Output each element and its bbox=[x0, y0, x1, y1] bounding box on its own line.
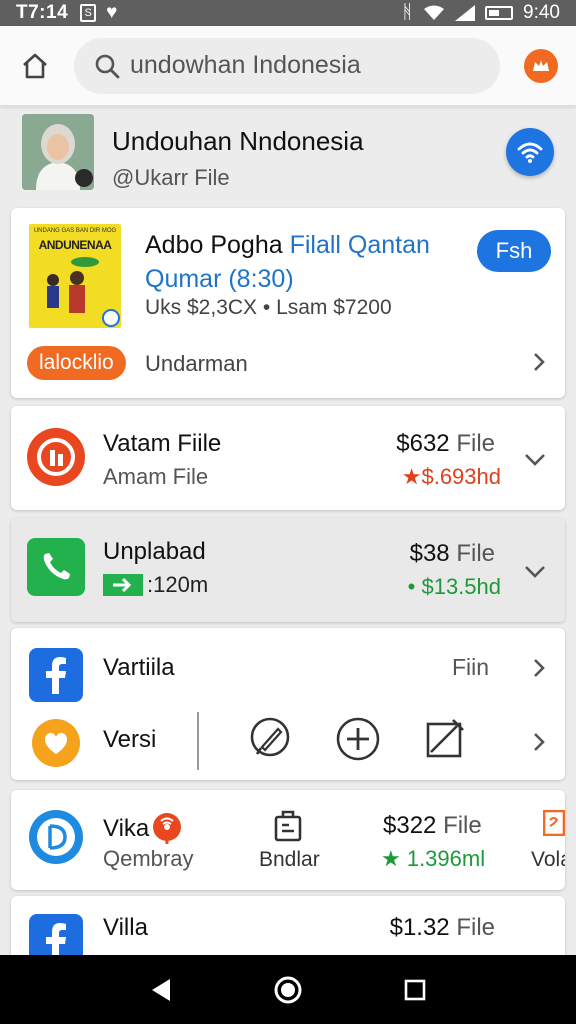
featured-link[interactable]: Undarman bbox=[145, 351, 248, 377]
edit-icon[interactable] bbox=[423, 716, 469, 762]
row-price: $1.32 File bbox=[390, 914, 495, 942]
featured-title-main: Adbo Pogha bbox=[145, 231, 283, 259]
price-value: $632 bbox=[396, 430, 450, 457]
battery-icon bbox=[485, 6, 514, 20]
mixed-card: Vartiila Fiin Versi bbox=[11, 628, 565, 780]
right-label: Volar bbox=[531, 848, 565, 871]
signal-icon bbox=[455, 5, 476, 21]
row-price: $38 File bbox=[410, 540, 495, 568]
row-rating: • $13.5hd bbox=[407, 574, 501, 599]
row-price: $632 File bbox=[396, 430, 495, 458]
featured-action-button[interactable]: Fsh bbox=[477, 230, 551, 272]
row-duration: :120m bbox=[147, 572, 209, 597]
chevron-right-icon[interactable] bbox=[531, 730, 547, 754]
row-price: $322 File bbox=[383, 812, 482, 840]
facebook-icon[interactable] bbox=[27, 646, 85, 704]
price-value: $1.32 bbox=[389, 914, 450, 941]
divider bbox=[197, 712, 199, 770]
home-button[interactable] bbox=[18, 49, 52, 83]
search-icon bbox=[95, 54, 120, 78]
featured-thumbnail: UNDANG GAS BAN DIR MOG ANDUNENAA bbox=[29, 224, 121, 328]
chevron-down-icon[interactable] bbox=[523, 564, 547, 580]
phone-icon bbox=[27, 538, 85, 596]
chevron-down-icon[interactable] bbox=[523, 452, 547, 468]
heart-icon: ♥ bbox=[106, 2, 118, 23]
wifi-button[interactable] bbox=[506, 128, 554, 176]
featured-card[interactable]: UNDANG GAS BAN DIR MOG ANDUNENAA Adbo Po… bbox=[11, 208, 565, 398]
home-icon bbox=[23, 53, 47, 78]
chevron-right-icon[interactable] bbox=[531, 656, 547, 680]
featured-meta: Uks $2,3CX • Lsam $7200 bbox=[145, 296, 392, 319]
vika-card[interactable]: Vika Qembray Bndlar $322 File ★ 1.396ml … bbox=[11, 790, 565, 890]
price-value: $38 bbox=[409, 540, 450, 567]
add-icon[interactable] bbox=[335, 716, 381, 762]
row-title: Villa bbox=[103, 914, 148, 941]
row-subtitle: Qembray bbox=[103, 846, 194, 871]
price-unit: File bbox=[456, 914, 495, 941]
avatar[interactable] bbox=[22, 114, 94, 190]
heart-badge-icon[interactable] bbox=[27, 714, 85, 772]
notification-icon: S bbox=[80, 4, 97, 22]
back-icon[interactable] bbox=[150, 977, 172, 1003]
item-action-label[interactable]: Fiin bbox=[452, 654, 489, 681]
status-bar: T7:14 S ♥ ᚻ 9:40 bbox=[0, 0, 576, 26]
row-title: Vika bbox=[103, 815, 150, 842]
row-title: Vatam Fiile bbox=[103, 430, 222, 457]
tag-icon[interactable] bbox=[543, 810, 565, 836]
thumbnail-illustration bbox=[47, 257, 120, 327]
row-rating: ★$.693hd bbox=[401, 464, 501, 489]
price-unit: File bbox=[443, 812, 482, 839]
broadcast-icon bbox=[153, 813, 182, 844]
wifi-status-icon bbox=[424, 5, 445, 20]
search-header bbox=[0, 26, 576, 106]
list-item[interactable]: Unplabad :120m $38 File • $13.5hd bbox=[11, 518, 565, 622]
status-time: T7:14 bbox=[16, 2, 69, 23]
crown-icon bbox=[533, 59, 549, 71]
row-subtitle: Amam File bbox=[103, 464, 209, 489]
featured-tag[interactable]: lalocklio bbox=[27, 346, 126, 380]
avatar-image bbox=[22, 114, 94, 190]
row-title: Unplabad bbox=[103, 538, 206, 565]
status-clock: 9:40 bbox=[523, 2, 560, 23]
forward-icon bbox=[103, 574, 143, 596]
bluetooth-icon: ᚻ bbox=[401, 2, 414, 23]
mid-label: Bndlar bbox=[259, 848, 320, 871]
search-input[interactable] bbox=[130, 51, 460, 80]
chat-icon bbox=[27, 808, 85, 866]
profile-name: Undouhan Nndonesia bbox=[112, 126, 364, 156]
price-unit: File bbox=[456, 430, 495, 457]
search-bar[interactable] bbox=[74, 37, 500, 94]
recents-icon[interactable] bbox=[404, 979, 426, 1001]
compose-icon[interactable] bbox=[247, 716, 293, 762]
price-value: $322 bbox=[383, 812, 437, 839]
item-title[interactable]: Versi bbox=[103, 726, 156, 754]
list-item[interactable]: Vatam Fiile Amam File $632 File ★$.693hd bbox=[11, 406, 565, 510]
row-title-wrap: Vika bbox=[103, 812, 183, 846]
home-circle-icon[interactable] bbox=[273, 975, 303, 1005]
item-title[interactable]: Vartiila bbox=[103, 654, 175, 682]
music-icon bbox=[27, 428, 85, 486]
profile-menu-button[interactable] bbox=[524, 48, 558, 83]
price-unit: File bbox=[456, 540, 495, 567]
row-subtitle-wrap: :120m bbox=[103, 572, 208, 598]
wifi-icon bbox=[517, 142, 543, 163]
row-rating: ★ 1.396ml bbox=[381, 846, 486, 871]
profile-header: Undouhan Nndonesia @Ukarr File bbox=[0, 106, 576, 202]
chevron-right-icon[interactable] bbox=[531, 350, 547, 374]
briefcase-icon[interactable] bbox=[273, 808, 303, 842]
profile-handle: @Ukarr File bbox=[112, 165, 230, 190]
navigation-bar bbox=[0, 955, 576, 1024]
featured-title[interactable]: Adbo Pogha Filall Qantan Qumar (8:30) bbox=[145, 228, 465, 296]
